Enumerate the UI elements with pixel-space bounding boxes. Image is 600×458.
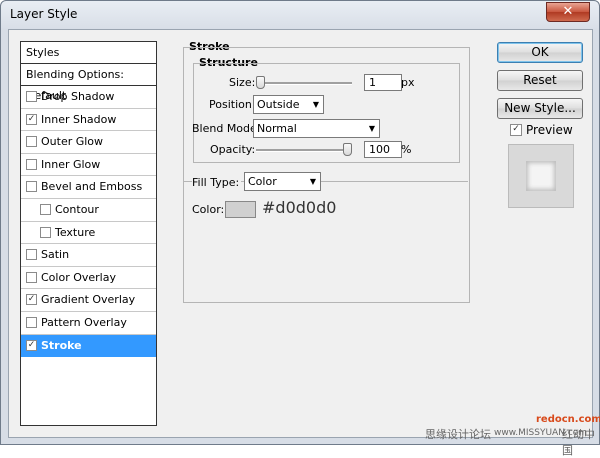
reset-button[interactable]: Reset (497, 70, 583, 91)
fill-type-label: Fill Type: (192, 176, 242, 189)
size-slider-handle[interactable] (256, 76, 265, 89)
style-checkbox[interactable] (40, 203, 51, 215)
style-checkbox[interactable] (26, 136, 37, 148)
color-hex-text: #d0d0d0 (262, 198, 337, 217)
style-item-inner-glow[interactable]: Inner Glow (21, 154, 156, 177)
size-unit: px (401, 76, 415, 89)
chevron-down-icon: ▼ (312, 100, 319, 109)
stroke-color-swatch[interactable] (225, 201, 256, 218)
blend-mode-dropdown[interactable]: Normal ▼ (253, 119, 380, 138)
style-item-label: Contour (55, 202, 99, 216)
style-item-contour[interactable]: Contour (21, 199, 156, 222)
style-item-label: Color Overlay (41, 270, 116, 284)
fill-type-value: Color (248, 175, 277, 188)
fill-type-dropdown[interactable]: Color ▼ (244, 172, 321, 191)
opacity-slider-handle[interactable] (343, 143, 352, 156)
checkmark-icon: ✓ (27, 294, 36, 305)
dialog-client-area: Styles Blending Options: Default Drop Sh… (8, 29, 593, 438)
style-item-texture[interactable]: Texture (21, 222, 156, 245)
window-title: Layer Style (10, 7, 78, 21)
checkmark-icon: ✓ (512, 124, 520, 134)
close-icon: ✕ (562, 4, 574, 19)
style-item-gradient-overlay[interactable]: ✓ Gradient Overlay (21, 289, 156, 312)
position-dropdown[interactable]: Outside ▼ (253, 95, 324, 114)
style-items: Drop Shadow ✓ Inner Shadow Outer Glow Inner … (21, 86, 156, 358)
checkmark-icon: ✓ (27, 113, 36, 124)
style-item-label: Outer Glow (41, 135, 104, 149)
preview-label: Preview (526, 123, 573, 137)
style-item-label: Texture (55, 225, 96, 239)
style-item-pattern-overlay[interactable]: Pattern Overlay (21, 312, 156, 335)
style-checkbox[interactable]: ✓ (26, 113, 37, 125)
style-preview-swatch (526, 161, 556, 191)
preview-check-box[interactable]: ✓ (510, 124, 522, 136)
style-item-label: Drop Shadow (41, 90, 115, 103)
style-checkbox[interactable] (26, 271, 37, 283)
styles-header[interactable]: Styles (21, 42, 156, 64)
title-bar[interactable]: Layer Style ✕ (1, 1, 599, 29)
style-item-label: Satin (41, 248, 70, 262)
style-checkbox[interactable] (40, 226, 51, 238)
ok-button[interactable]: OK (497, 42, 583, 63)
style-checkbox[interactable] (26, 91, 37, 102)
close-button[interactable]: ✕ (546, 2, 590, 22)
size-label: Size: (229, 76, 256, 89)
size-slider-track[interactable] (256, 76, 352, 89)
checkmark-icon: ✓ (27, 339, 36, 350)
style-item-label: Stroke (41, 338, 82, 352)
style-checkbox[interactable]: ✓ (26, 294, 37, 306)
style-preview-thumbnail (508, 144, 574, 208)
style-checkbox[interactable] (26, 316, 37, 328)
style-item-label: Pattern Overlay (41, 315, 127, 329)
style-item-label: Inner Shadow (41, 112, 117, 126)
style-item-outer-glow[interactable]: Outer Glow (21, 131, 156, 154)
chevron-down-icon: ▼ (368, 124, 375, 133)
blending-options-item[interactable]: Blending Options: Default (21, 64, 156, 102)
position-value: Outside (257, 98, 300, 111)
style-item-label: Gradient Overlay (41, 293, 136, 307)
style-item-drop-shadow[interactable]: Drop Shadow (21, 86, 156, 109)
chevron-down-icon: ▼ (309, 177, 316, 186)
opacity-input[interactable]: 100 (364, 141, 402, 158)
new-style-button[interactable]: New Style... (497, 98, 583, 119)
style-item-label: Inner Glow (41, 157, 101, 171)
layer-style-dialog: Layer Style ✕ Styles Blending Options: D… (0, 0, 600, 445)
watermark-bottom-left: 思缘设计论坛 (425, 428, 491, 441)
style-item-satin[interactable]: Satin (21, 244, 156, 267)
style-checkbox[interactable] (26, 249, 37, 261)
style-item-stroke[interactable]: ✓ Stroke (21, 334, 156, 358)
blend-mode-label: Blend Mode: (192, 122, 261, 135)
style-checkbox[interactable] (26, 158, 37, 170)
styles-list: Styles Blending Options: Default Drop Sh… (20, 41, 157, 426)
style-item-inner-shadow[interactable]: ✓ Inner Shadow (21, 109, 156, 132)
style-checkbox[interactable] (26, 181, 37, 193)
opacity-slider-track[interactable] (256, 143, 352, 156)
blend-mode-value: Normal (257, 122, 297, 135)
opacity-unit: % (401, 143, 412, 156)
position-label: Position: (209, 98, 256, 111)
size-input[interactable]: 1 (364, 74, 402, 91)
opacity-label: Opacity: (210, 143, 256, 156)
style-item-bevel-and-emboss[interactable]: Bevel and Emboss (21, 176, 156, 199)
color-label: Color: (192, 203, 225, 216)
style-item-label: Bevel and Emboss (41, 180, 143, 194)
style-item-color-overlay[interactable]: Color Overlay (21, 267, 156, 290)
watermark-bottom-right: 红动中国 (562, 428, 595, 457)
style-checkbox[interactable]: ✓ (26, 339, 37, 351)
watermark-top: redocn.com (536, 414, 600, 425)
